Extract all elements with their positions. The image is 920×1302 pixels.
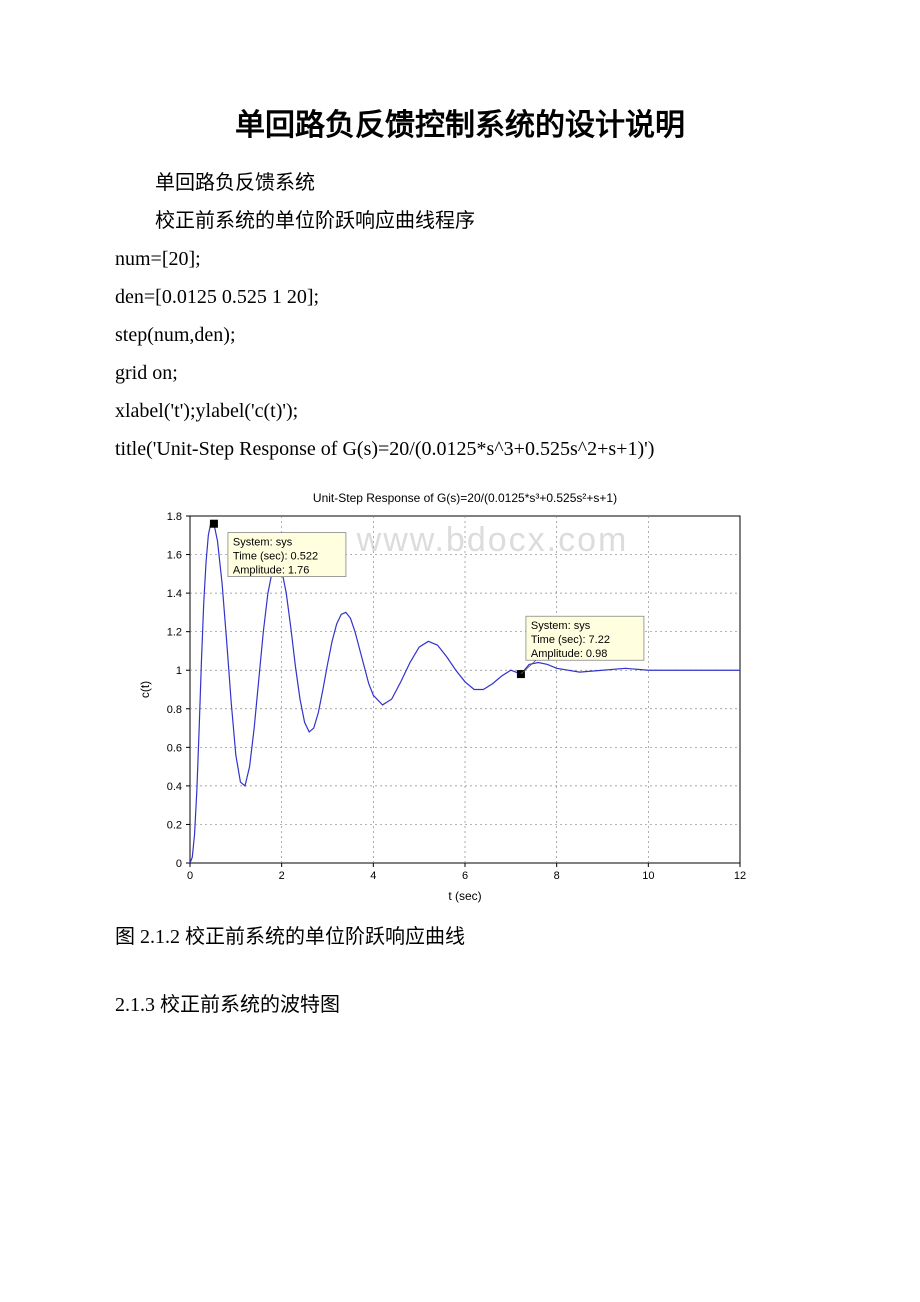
- svg-text:0.4: 0.4: [167, 781, 182, 793]
- code-line-3: step(num,den);: [115, 316, 805, 354]
- code-line-6: title('Unit-Step Response of G(s)=20/(0.…: [115, 430, 805, 468]
- svg-text:Time (sec): 0.522: Time (sec): 0.522: [233, 551, 318, 563]
- section-heading: 2.1.3 校正前系统的波特图: [115, 986, 805, 1024]
- svg-text:System: sys: System: sys: [233, 537, 293, 549]
- svg-text:t (sec): t (sec): [448, 889, 481, 903]
- svg-text:8: 8: [554, 870, 560, 882]
- code-line-5: xlabel('t');ylabel('c(t)');: [115, 392, 805, 430]
- svg-text:0: 0: [187, 870, 193, 882]
- svg-text:1: 1: [176, 665, 182, 677]
- svg-text:Amplitude: 0.98: Amplitude: 0.98: [531, 648, 607, 660]
- document-title: 单回路负反馈控制系统的设计说明: [115, 100, 805, 144]
- svg-text:6: 6: [462, 870, 468, 882]
- svg-text:1.2: 1.2: [167, 627, 182, 639]
- figure-caption: 图 2.1.2 校正前系统的单位阶跃响应曲线: [115, 918, 805, 956]
- svg-text:12: 12: [734, 870, 746, 882]
- svg-text:1.4: 1.4: [167, 588, 182, 600]
- paragraph-1: 单回路负反馈系统: [115, 164, 805, 202]
- svg-text:Unit-Step Response of G(s)=20/: Unit-Step Response of G(s)=20/(0.0125*s³…: [313, 491, 617, 505]
- svg-text:Amplitude: 1.76: Amplitude: 1.76: [233, 565, 309, 577]
- code-line-4: grid on;: [115, 354, 805, 392]
- svg-text:0.6: 0.6: [167, 742, 182, 754]
- svg-text:www.bdocx.com: www.bdocx.com: [356, 521, 629, 559]
- code-line-2: den=[0.0125 0.525 1 20];: [115, 278, 805, 316]
- svg-text:10: 10: [642, 870, 654, 882]
- code-line-1: num=[20];: [115, 240, 805, 278]
- svg-text:0: 0: [176, 858, 182, 870]
- svg-text:c(t): c(t): [138, 681, 152, 698]
- svg-text:4: 4: [370, 870, 376, 882]
- svg-text:1.8: 1.8: [167, 511, 182, 523]
- svg-text:Time (sec): 7.22: Time (sec): 7.22: [531, 634, 610, 646]
- svg-text:2: 2: [279, 870, 285, 882]
- document-page: 单回路负反馈控制系统的设计说明 单回路负反馈系统 校正前系统的单位阶跃响应曲线程…: [0, 0, 920, 1084]
- svg-text:1.6: 1.6: [167, 550, 182, 562]
- svg-text:0.8: 0.8: [167, 704, 182, 716]
- chart-container: Unit-Step Response of G(s)=20/(0.0125*s³…: [135, 488, 805, 908]
- svg-text:System: sys: System: sys: [531, 620, 591, 632]
- svg-text:0.2: 0.2: [167, 819, 182, 831]
- step-response-chart: Unit-Step Response of G(s)=20/(0.0125*s³…: [135, 488, 755, 908]
- paragraph-2: 校正前系统的单位阶跃响应曲线程序: [115, 202, 805, 240]
